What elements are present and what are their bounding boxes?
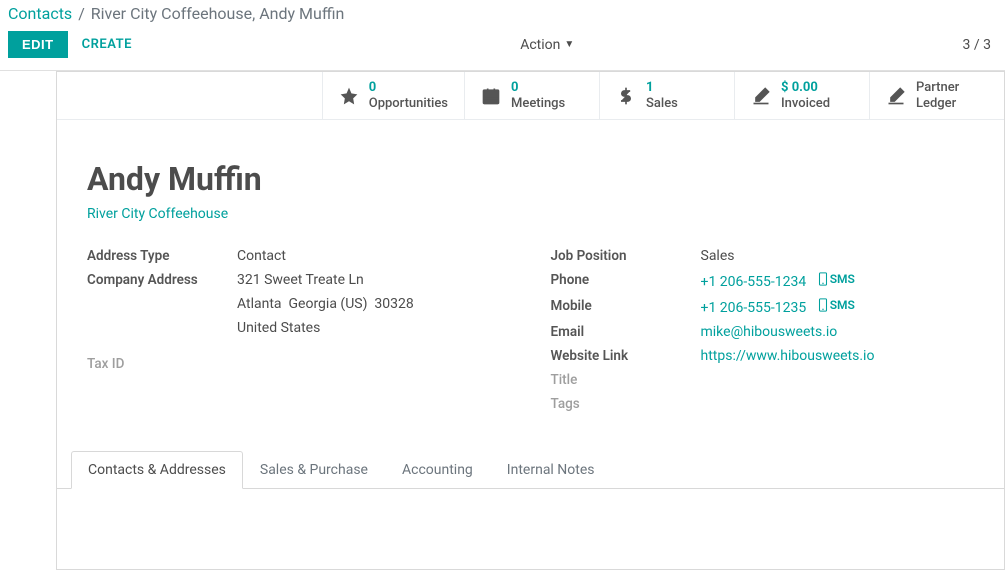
address-country: United States — [237, 320, 414, 336]
stat-label: Ledger — [916, 96, 959, 112]
edit-icon — [886, 86, 906, 106]
email-label: Email — [551, 324, 701, 340]
right-fields: Job Position Sales Phone +1 206-555-1234… — [551, 248, 975, 420]
action-dropdown[interactable]: Action ▼ — [520, 37, 574, 53]
stat-opportunities-button[interactable]: 0 Opportunities — [322, 72, 464, 119]
edit-button[interactable]: EDIT — [8, 31, 68, 58]
tab-accounting[interactable]: Accounting — [385, 451, 490, 489]
stat-label: Meetings — [511, 96, 565, 112]
contact-name: Andy Muffin — [87, 160, 974, 198]
website-link[interactable]: https://www.hibousweets.io — [701, 348, 875, 364]
phone-label: Phone — [551, 272, 701, 290]
company-link[interactable]: River City Coffeehouse — [87, 206, 228, 222]
stat-label: Partner — [916, 80, 959, 96]
tax-id-label: Tax ID — [87, 356, 237, 372]
tabs: Contacts & Addresses Sales & Purchase Ac… — [57, 450, 1004, 489]
mobile-icon — [818, 272, 828, 286]
breadcrumb-sep: / — [78, 4, 85, 23]
stat-number: 0 — [511, 80, 565, 96]
create-button[interactable]: CREATE — [82, 37, 132, 52]
chevron-down-icon: ▼ — [564, 39, 574, 50]
pager[interactable]: 3 / 3 — [963, 37, 991, 53]
tab-sales-purchase[interactable]: Sales & Purchase — [243, 451, 385, 489]
left-fields: Address Type Contact Company Address 321… — [87, 248, 511, 420]
company-address-value: 321 Sweet Treate Ln Atlanta Georgia (US)… — [237, 272, 414, 344]
stat-label: Invoiced — [781, 96, 830, 112]
address-city-state-zip: Atlanta Georgia (US) 30328 — [237, 296, 414, 312]
tab-contacts-addresses[interactable]: Contacts & Addresses — [71, 451, 243, 489]
stat-sales-button[interactable]: 1 Sales — [599, 72, 734, 119]
title-label: Title — [551, 372, 701, 388]
tags-label: Tags — [551, 396, 701, 412]
tab-content — [87, 489, 974, 549]
address-type-label: Address Type — [87, 248, 237, 264]
edit-icon — [751, 86, 771, 106]
sms-button[interactable]: SMS — [818, 298, 855, 312]
stat-buttons: 0 Opportunities 0 Meetings 1 Sales — [57, 72, 1004, 120]
phone-link[interactable]: +1 206-555-1234 — [701, 274, 807, 290]
action-label: Action — [520, 37, 560, 53]
company-address-label: Company Address — [87, 272, 237, 344]
header: Contacts / River City Coffeehouse, Andy … — [0, 0, 1005, 64]
website-label: Website Link — [551, 348, 701, 364]
job-position-label: Job Position — [551, 248, 701, 264]
stat-number: 1 — [646, 80, 678, 96]
sms-button[interactable]: SMS — [818, 272, 855, 286]
stat-number: $ 0.00 — [781, 80, 830, 96]
mobile-link[interactable]: +1 206-555-1235 — [701, 300, 807, 316]
calendar-icon — [481, 86, 501, 106]
stat-invoiced-button[interactable]: $ 0.00 Invoiced — [734, 72, 869, 119]
tab-internal-notes[interactable]: Internal Notes — [490, 451, 612, 489]
star-icon — [339, 86, 359, 106]
mobile-label: Mobile — [551, 298, 701, 316]
email-link[interactable]: mike@hibousweets.io — [701, 324, 838, 340]
dollar-icon — [616, 86, 636, 106]
mobile-icon — [818, 298, 828, 312]
toolbar: EDIT CREATE Action ▼ 3 / 3 — [8, 31, 997, 58]
job-position-value: Sales — [701, 248, 735, 264]
address-street: 321 Sweet Treate Ln — [237, 272, 414, 288]
stat-meetings-button[interactable]: 0 Meetings — [464, 72, 599, 119]
breadcrumb-current: River City Coffeehouse, Andy Muffin — [91, 4, 345, 23]
stat-label: Sales — [646, 96, 678, 112]
breadcrumb-root-link[interactable]: Contacts — [8, 4, 72, 23]
stat-label: Opportunities — [369, 96, 448, 112]
breadcrumb: Contacts / River City Coffeehouse, Andy … — [8, 4, 997, 23]
address-type-value: Contact — [237, 248, 286, 264]
stat-number: 0 — [369, 80, 448, 96]
form-sheet: 0 Opportunities 0 Meetings 1 Sales — [56, 71, 1005, 570]
stat-ledger-button[interactable]: Partner Ledger — [869, 72, 1004, 119]
